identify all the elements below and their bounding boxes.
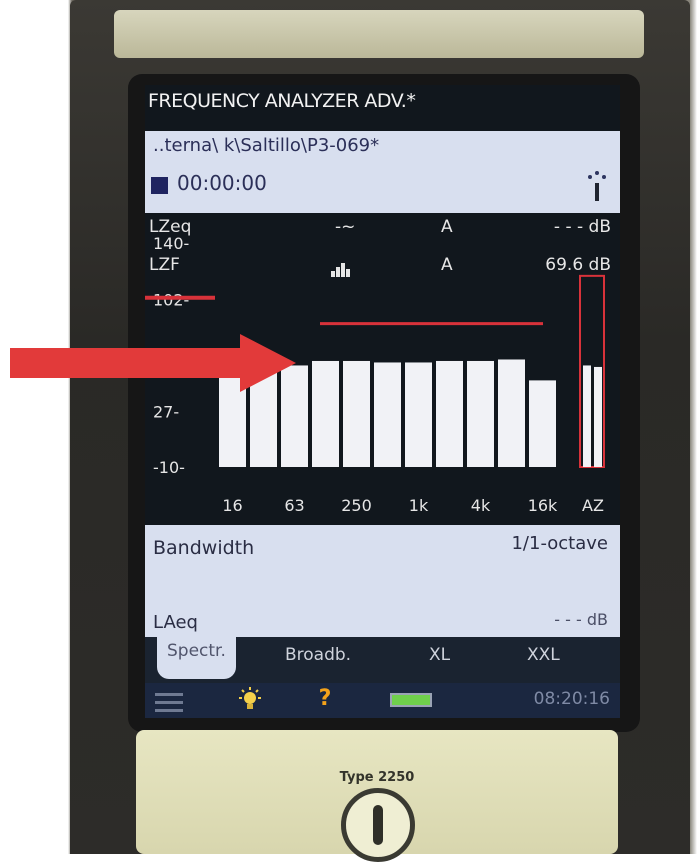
tab-xxl[interactable]: XXL: [527, 645, 560, 677]
bandwidth-panel[interactable]: Bandwidth 1/1-octave LAeq - - - dB: [145, 525, 620, 637]
x-tick-label: 1k: [409, 496, 429, 515]
stop-icon[interactable]: [151, 177, 168, 194]
param-mode: -~: [335, 217, 356, 237]
view-tabs: Spectr. Broadb. XL XXL: [145, 637, 620, 683]
spectrum-bar: [467, 360, 494, 467]
keypad-plate: Type 2250: [136, 730, 618, 862]
x-tick-label: 4k: [471, 496, 491, 515]
spectrum-bar: [219, 362, 246, 467]
y-tick-label: -10-: [153, 458, 185, 477]
laeq-label: LAeq: [153, 612, 198, 633]
lightbulb-icon[interactable]: [237, 687, 263, 713]
clock: 08:20:16: [533, 689, 610, 709]
navigation-key[interactable]: [341, 788, 415, 862]
spectrum-bar: [343, 360, 370, 467]
broadband-bar: [594, 366, 602, 467]
status-bar: ? 08:20:16: [145, 683, 620, 718]
x-tick-label: 16k: [528, 496, 558, 515]
spectrum-chart[interactable]: 140- 102- 65- 27- -10- 16 63 250 1k 4k 16k AZ: [145, 235, 620, 525]
tab-spectrum[interactable]: Spectr.: [157, 637, 236, 679]
bandwidth-label: Bandwidth: [153, 537, 255, 559]
y-tick-label: 102-: [153, 291, 189, 310]
battery-icon: [390, 693, 432, 707]
x-tick-label: 63: [284, 496, 304, 515]
tab-broadband[interactable]: Broadb.: [285, 645, 351, 677]
broadband-label: AZ: [582, 496, 604, 515]
param-name: LZeq: [149, 217, 192, 237]
help-icon[interactable]: ?: [315, 687, 335, 711]
spectrum-bar: [281, 365, 308, 467]
spectrum-bar: [498, 359, 525, 467]
project-path-panel[interactable]: ..terna\ k\Saltillo\P3-069* 00:00:00: [145, 131, 620, 213]
param-value: - - - dB: [553, 217, 611, 237]
spectrum-bar: [374, 362, 401, 467]
analyzer-screen: FREQUENCY ANALYZER ADV.* ..terna\ k\Salt…: [145, 85, 620, 718]
bandwidth-value: 1/1-octave: [511, 533, 608, 554]
y-tick-label: 65-: [153, 346, 179, 365]
screen-title: FREQUENCY ANALYZER ADV.*: [148, 90, 416, 112]
param-weighting: A: [441, 217, 453, 237]
spectrum-bar: [250, 365, 277, 467]
device-type-label: Type 2250: [339, 770, 415, 785]
spectrum-bar: [312, 360, 339, 467]
spectrum-bar: [436, 360, 463, 467]
menu-icon[interactable]: [155, 693, 183, 713]
elapsed-time: 00:00:00: [177, 171, 267, 195]
x-tick-label: 250: [341, 496, 372, 515]
y-tick-label: 27-: [153, 403, 179, 422]
laeq-value: - - - dB: [554, 610, 608, 629]
tab-xl[interactable]: XL: [429, 645, 450, 677]
x-tick-label: 16: [222, 496, 242, 515]
spectrum-bar: [405, 362, 432, 467]
spectrum-bar: [529, 380, 556, 467]
y-tick-label: 140-: [153, 235, 189, 253]
project-path: ..terna\ k\Saltillo\P3-069*: [153, 135, 380, 156]
broadband-bar: [583, 365, 591, 467]
spectrum-svg: 140- 102- 65- 27- -10- 16 63 250 1k 4k 16k AZ: [145, 235, 605, 515]
gps-antenna-icon: [586, 171, 608, 203]
top-plate: [114, 10, 644, 58]
